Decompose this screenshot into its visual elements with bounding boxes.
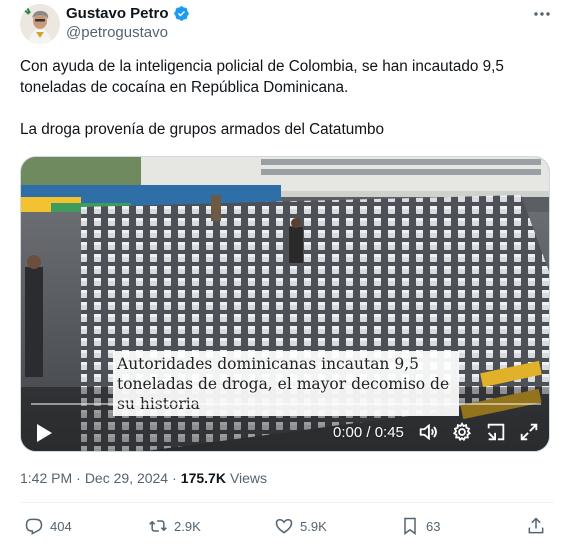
minimize-icon[interactable] (485, 421, 507, 443)
tweet-text: Con ayuda de la inteligencia policial de… (20, 56, 555, 140)
volume-icon[interactable] (417, 421, 439, 443)
like-button[interactable]: 5.9K (274, 514, 327, 538)
bookmark-count: 63 (426, 518, 441, 534)
reply-button[interactable]: 404 (24, 514, 72, 538)
avatar[interactable] (20, 4, 60, 44)
divider (20, 502, 554, 503)
repost-button[interactable]: 2.9K (148, 514, 201, 538)
repost-icon (149, 520, 167, 532)
settings-icon[interactable] (451, 421, 473, 443)
tweet-paragraph-2: La droga provenía de grupos armados del … (20, 121, 384, 138)
views-label: Views (229, 470, 268, 486)
tweet-meta: 1:42 PM · Dec 29, 2024 · 175.7K Views (20, 470, 267, 486)
like-count: 5.9K (300, 518, 327, 534)
tweet-date[interactable]: Dec 29, 2024 (85, 470, 168, 486)
reply-count: 404 (50, 518, 72, 534)
video-time: 0:00 / 0:45 (333, 424, 404, 441)
author-handle[interactable]: @petrogustavo (66, 24, 168, 41)
heart-icon (275, 518, 293, 534)
video-progress-bar[interactable] (31, 403, 541, 405)
more-options-icon[interactable] (532, 4, 552, 24)
views-count: 175.7K (180, 470, 226, 486)
display-name[interactable]: Gustavo Petro (66, 5, 169, 22)
fullscreen-icon[interactable] (518, 421, 540, 443)
tweet-paragraph-1: Con ayuda de la inteligencia policial de… (20, 58, 504, 96)
bookmark-icon (404, 517, 416, 535)
share-button[interactable] (526, 514, 552, 538)
tweet-time[interactable]: 1:42 PM (20, 470, 72, 486)
verified-badge-icon[interactable] (173, 5, 190, 22)
repost-count: 2.9K (174, 518, 201, 534)
video-caption: Autoridades dominicanas incautan 9,5 ton… (113, 351, 459, 416)
meta-separator-2: · (172, 470, 177, 486)
play-icon[interactable] (35, 423, 53, 443)
author-name-row: Gustavo Petro (66, 4, 190, 22)
share-icon (528, 517, 544, 534)
reply-icon (25, 518, 43, 535)
meta-separator: · (76, 470, 81, 486)
video-player[interactable]: Autoridades dominicanas incautan 9,5 ton… (20, 156, 550, 452)
bookmark-button[interactable]: 63 (400, 514, 440, 538)
tweet: Gustavo Petro @petrogustavo Con ayuda de… (0, 0, 574, 560)
